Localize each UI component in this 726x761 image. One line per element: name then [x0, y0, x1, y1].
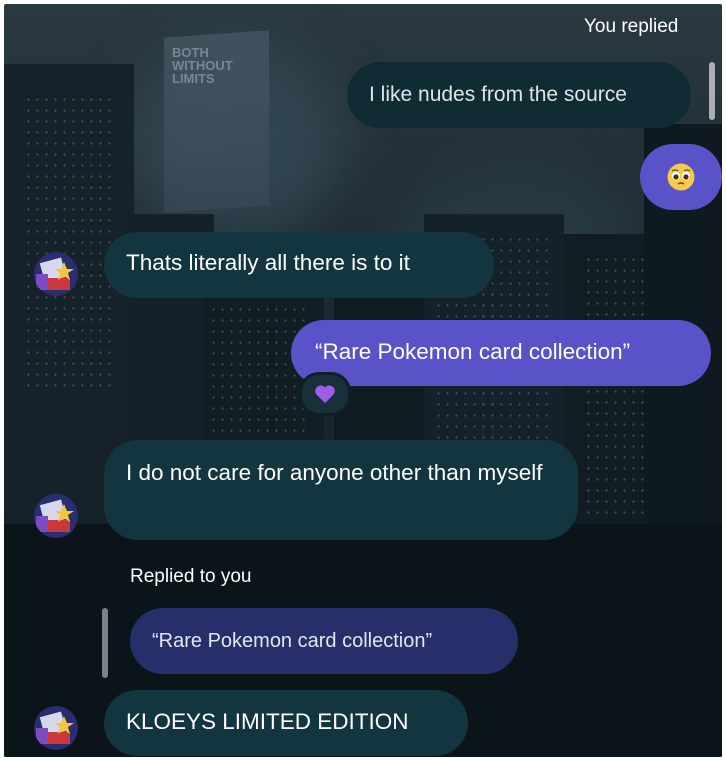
- pleading-face-icon: [667, 163, 695, 191]
- scrollbar[interactable]: [709, 62, 715, 120]
- message-text: KLOEYS LIMITED EDITION: [126, 709, 409, 734]
- message-emoji-bubble[interactable]: [640, 144, 722, 210]
- message-text: Thats literally all there is to it: [126, 250, 410, 275]
- contact-avatar[interactable]: [34, 706, 78, 750]
- reaction-badge[interactable]: [299, 372, 351, 416]
- quoted-message[interactable]: “Rare Pokemon card collection”: [130, 608, 518, 674]
- message-received-2[interactable]: I do not care for anyone other than myse…: [104, 440, 578, 540]
- reply-indicator-bar: [102, 608, 108, 678]
- message-sent-1[interactable]: I like nudes from the source: [347, 62, 691, 128]
- contact-avatar[interactable]: [34, 494, 78, 538]
- message-text: I do not care for anyone other than myse…: [126, 460, 543, 485]
- message-text: “Rare Pokemon card collection”: [315, 339, 631, 364]
- message-received-3[interactable]: KLOEYS LIMITED EDITION: [104, 690, 468, 756]
- message-received-1[interactable]: Thats literally all there is to it: [104, 232, 494, 298]
- you-replied-label: You replied: [584, 16, 679, 37]
- contact-avatar[interactable]: [34, 252, 78, 296]
- quoted-text: “Rare Pokemon card collection”: [152, 630, 433, 652]
- message-sent-2[interactable]: “Rare Pokemon card collection”: [291, 320, 711, 386]
- replied-to-you-label: Replied to you: [130, 566, 252, 587]
- chat-screen: BOTH WITHOUT LIMITS You replied I like nud…: [4, 4, 722, 757]
- message-text: I like nudes from the source: [369, 83, 627, 106]
- purple-heart-icon: [315, 385, 335, 403]
